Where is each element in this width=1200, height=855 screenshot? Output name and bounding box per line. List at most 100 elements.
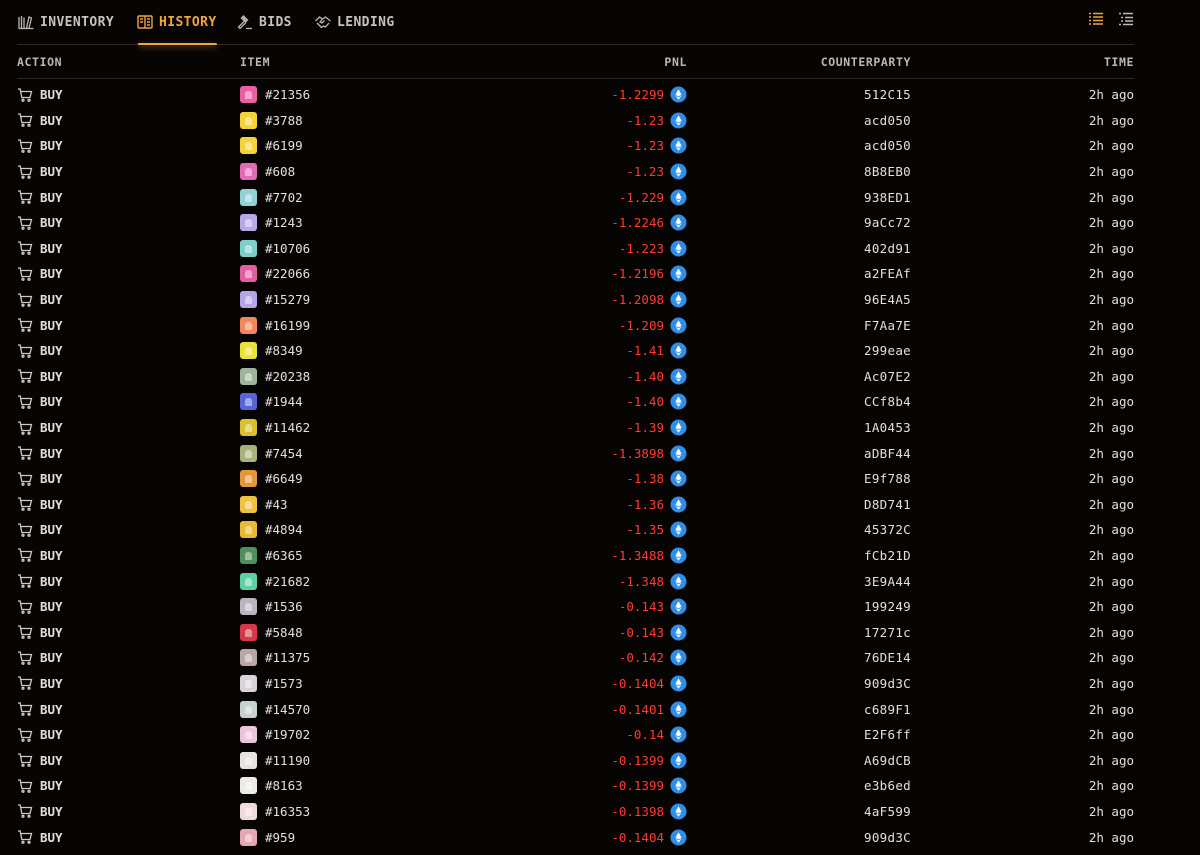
table-row[interactable]: BUY #608 -1.23 8B8EB0 2h ago xyxy=(17,159,1134,185)
counterparty-cell[interactable]: 402d91 xyxy=(864,236,911,262)
table-row[interactable]: BUY #14570 -0.1401 c689F1 2h ago xyxy=(17,696,1134,722)
item-cell[interactable]: #10706 xyxy=(240,236,310,262)
table-row[interactable]: BUY #7454 -1.3898 aDBF44 2h ago xyxy=(17,440,1134,466)
table-row[interactable]: BUY #1536 -0.143 199249 2h ago xyxy=(17,594,1134,620)
item-cell[interactable]: #7454 xyxy=(240,440,303,466)
table-row[interactable]: BUY #1243 -1.2246 9aCc72 2h ago xyxy=(17,210,1134,236)
detailed-list-toggle[interactable] xyxy=(1088,11,1104,27)
item-cell[interactable]: #21682 xyxy=(240,568,310,594)
counterparty-cell[interactable]: 9aCc72 xyxy=(864,210,911,236)
table-row[interactable]: BUY #6649 -1.38 E9f788 2h ago xyxy=(17,466,1134,492)
counterparty-cell[interactable]: 45372C xyxy=(864,517,911,543)
table-row[interactable]: BUY #6199 -1.23 acd050 2h ago xyxy=(17,133,1134,159)
item-cell[interactable]: #16353 xyxy=(240,799,310,825)
table-row[interactable]: BUY #19702 -0.14 E2F6ff 2h ago xyxy=(17,722,1134,748)
tab-lending[interactable]: LENDING xyxy=(314,0,395,44)
column-header-counterparty[interactable]: COUNTERPARTY xyxy=(821,55,911,69)
item-cell[interactable]: #4894 xyxy=(240,517,303,543)
counterparty-cell[interactable]: 3E9A44 xyxy=(864,568,911,594)
counterparty-cell[interactable]: 1A0453 xyxy=(864,415,911,441)
table-row[interactable]: BUY #16353 -0.1398 4aF599 2h ago xyxy=(17,799,1134,825)
table-row[interactable]: BUY #7702 -1.229 938ED1 2h ago xyxy=(17,184,1134,210)
counterparty-cell[interactable]: 909d3C xyxy=(864,824,911,850)
counterparty-cell[interactable]: e3b6ed xyxy=(864,773,911,799)
item-cell[interactable]: #11190 xyxy=(240,747,310,773)
table-row[interactable]: BUY #21682 -1.348 3E9A44 2h ago xyxy=(17,568,1134,594)
table-row[interactable]: BUY #6365 -1.3488 fCb21D 2h ago xyxy=(17,543,1134,569)
item-cell[interactable]: #1243 xyxy=(240,210,303,236)
item-cell[interactable]: #7702 xyxy=(240,184,303,210)
item-cell[interactable]: #608 xyxy=(240,159,295,185)
item-cell[interactable]: #11375 xyxy=(240,645,310,671)
counterparty-cell[interactable]: 938ED1 xyxy=(864,184,911,210)
counterparty-cell[interactable]: E9f788 xyxy=(864,466,911,492)
table-row[interactable]: BUY #11375 -0.142 76DE14 2h ago xyxy=(17,645,1134,671)
table-row[interactable]: BUY #16199 -1.209 F7Aa7E 2h ago xyxy=(17,312,1134,338)
item-cell[interactable]: #5848 xyxy=(240,619,303,645)
item-cell[interactable]: #6199 xyxy=(240,133,303,159)
table-row[interactable]: BUY #11462 -1.39 1A0453 2h ago xyxy=(17,415,1134,441)
table-row[interactable]: BUY #20238 -1.40 Ac07E2 2h ago xyxy=(17,364,1134,390)
counterparty-cell[interactable]: 17271c xyxy=(864,619,911,645)
counterparty-cell[interactable]: 299eae xyxy=(864,338,911,364)
item-cell[interactable]: #11462 xyxy=(240,415,310,441)
column-header-action[interactable]: ACTION xyxy=(17,55,62,69)
counterparty-cell[interactable]: E2F6ff xyxy=(864,722,911,748)
table-row[interactable]: BUY #959 -0.1404 909d3C 2h ago xyxy=(17,824,1134,850)
counterparty-cell[interactable]: D8D741 xyxy=(864,492,911,518)
table-row[interactable]: BUY #1573 -0.1404 909d3C 2h ago xyxy=(17,671,1134,697)
item-cell[interactable]: #1573 xyxy=(240,671,303,697)
counterparty-cell[interactable]: Ac07E2 xyxy=(864,364,911,390)
column-header-pnl[interactable]: PNL xyxy=(664,55,687,69)
counterparty-cell[interactable]: A69dCB xyxy=(864,747,911,773)
item-cell[interactable]: #15279 xyxy=(240,287,310,313)
table-row[interactable]: BUY #21356 -1.2299 512C15 2h ago xyxy=(17,82,1134,108)
compact-list-toggle[interactable] xyxy=(1118,11,1134,27)
table-row[interactable]: BUY #8163 -0.1399 e3b6ed 2h ago xyxy=(17,773,1134,799)
item-cell[interactable]: #6365 xyxy=(240,543,303,569)
item-cell[interactable]: #16199 xyxy=(240,312,310,338)
item-cell[interactable]: #6649 xyxy=(240,466,303,492)
table-row[interactable]: BUY #1944 -1.40 CCf8b4 2h ago xyxy=(17,389,1134,415)
tab-history[interactable]: HISTORY xyxy=(136,0,217,45)
item-cell[interactable]: #3788 xyxy=(240,108,303,134)
table-row[interactable]: BUY #43 -1.36 D8D741 2h ago xyxy=(17,492,1134,518)
counterparty-cell[interactable]: F7Aa7E xyxy=(864,312,911,338)
item-cell[interactable]: #20238 xyxy=(240,364,310,390)
column-header-item[interactable]: ITEM xyxy=(240,55,270,69)
table-row[interactable]: BUY #8349 -1.41 299eae 2h ago xyxy=(17,338,1134,364)
counterparty-cell[interactable]: 199249 xyxy=(864,594,911,620)
tab-inventory[interactable]: INVENTORY xyxy=(17,0,114,44)
counterparty-cell[interactable]: 96E4A5 xyxy=(864,287,911,313)
counterparty-cell[interactable]: acd050 xyxy=(864,108,911,134)
item-cell[interactable]: #19702 xyxy=(240,722,310,748)
item-cell[interactable]: #43 xyxy=(240,492,288,518)
counterparty-cell[interactable]: 8B8EB0 xyxy=(864,159,911,185)
item-cell[interactable]: #959 xyxy=(240,824,295,850)
counterparty-cell[interactable]: fCb21D xyxy=(864,543,911,569)
counterparty-cell[interactable]: 512C15 xyxy=(864,82,911,108)
counterparty-cell[interactable]: acd050 xyxy=(864,133,911,159)
table-row[interactable]: BUY #4894 -1.35 45372C 2h ago xyxy=(17,517,1134,543)
counterparty-cell[interactable]: c689F1 xyxy=(864,696,911,722)
table-row[interactable]: BUY #3788 -1.23 acd050 2h ago xyxy=(17,108,1134,134)
item-cell[interactable]: #14570 xyxy=(240,696,310,722)
item-cell[interactable]: #21356 xyxy=(240,82,310,108)
table-row[interactable]: BUY #5848 -0.143 17271c 2h ago xyxy=(17,619,1134,645)
counterparty-cell[interactable]: 76DE14 xyxy=(864,645,911,671)
counterparty-cell[interactable]: 909d3C xyxy=(864,671,911,697)
item-cell[interactable]: #1944 xyxy=(240,389,303,415)
table-row[interactable]: BUY #10706 -1.223 402d91 2h ago xyxy=(17,236,1134,262)
table-row[interactable]: BUY #22066 -1.2196 a2FEAf 2h ago xyxy=(17,261,1134,287)
counterparty-cell[interactable]: 4aF599 xyxy=(864,799,911,825)
counterparty-cell[interactable]: a2FEAf xyxy=(864,261,911,287)
item-cell[interactable]: #8163 xyxy=(240,773,303,799)
table-row[interactable]: BUY #11190 -0.1399 A69dCB 2h ago xyxy=(17,747,1134,773)
item-cell[interactable]: #22066 xyxy=(240,261,310,287)
column-header-time[interactable]: TIME xyxy=(1104,55,1134,69)
item-cell[interactable]: #1536 xyxy=(240,594,303,620)
tab-bids[interactable]: BIDS xyxy=(236,0,292,44)
table-row[interactable]: BUY #15279 -1.2098 96E4A5 2h ago xyxy=(17,287,1134,313)
counterparty-cell[interactable]: CCf8b4 xyxy=(864,389,911,415)
item-cell[interactable]: #8349 xyxy=(240,338,303,364)
